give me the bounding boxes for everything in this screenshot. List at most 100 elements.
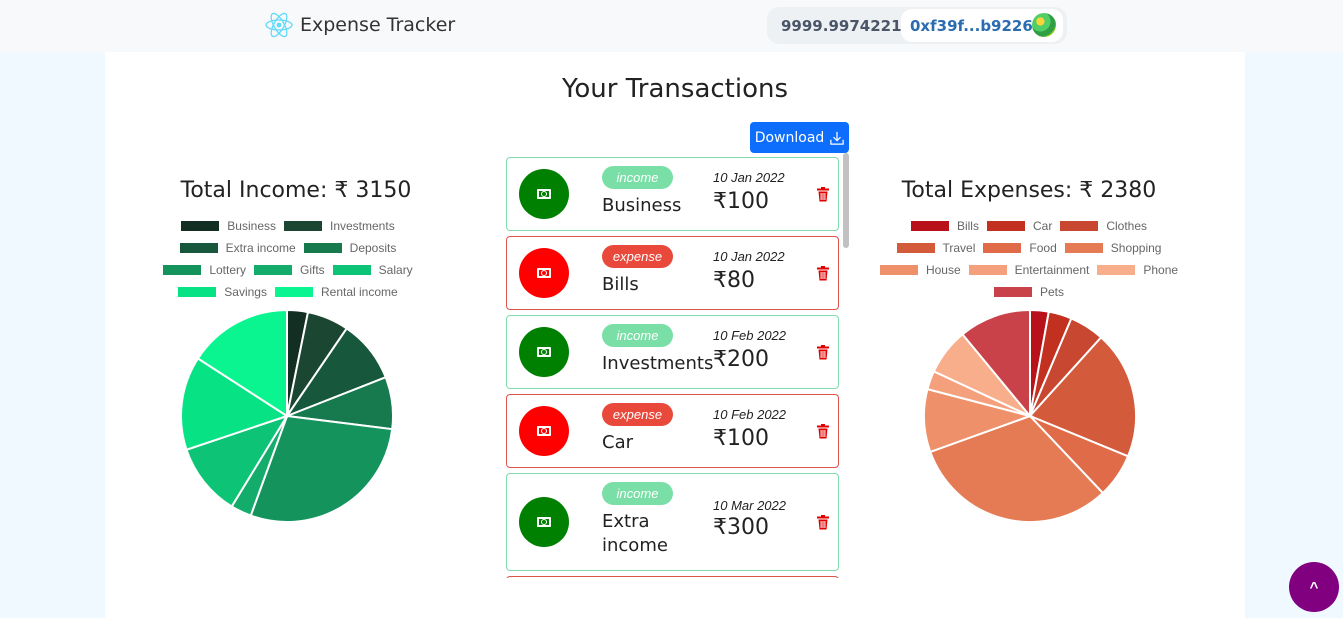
banknote-icon [537, 347, 551, 357]
expense-legend-item[interactable]: Food [983, 240, 1057, 256]
wallet-account[interactable]: 0xf39f...b92266 [901, 9, 1063, 42]
expense-money-icon [519, 248, 569, 298]
income-money-icon [519, 327, 569, 377]
income-legend-label: Investments [330, 219, 395, 233]
income-legend-label: Rental income [320, 285, 398, 299]
income-legend-swatch [254, 265, 292, 275]
expense-legend-item[interactable]: Car [986, 218, 1052, 234]
transaction-amount: ₹80 [713, 268, 755, 293]
expense-legend-swatch [986, 221, 1025, 231]
income-legend-swatch [163, 265, 202, 275]
download-icon [830, 131, 845, 145]
expense-legend-item[interactable]: Shopping [1064, 240, 1161, 256]
download-button[interactable]: Download [750, 122, 849, 153]
income-legend-label: Gifts [300, 263, 325, 277]
transaction-card[interactable]: income Investments 10 Feb 2022 ₹200 [506, 315, 839, 389]
wallet-address: 0xf39f...b92266 [910, 16, 1044, 35]
income-legend-swatch [178, 287, 217, 297]
transaction-date: 10 Jan 2022 [713, 249, 785, 264]
transaction-card[interactable] [506, 576, 839, 578]
expense-pie-chart [923, 308, 1137, 523]
income-legend-label: Extra income [225, 241, 296, 255]
income-legend-label: Salary [378, 263, 413, 277]
income-legend-item[interactable]: Gifts [254, 262, 325, 278]
income-legend-item[interactable]: Deposits [303, 240, 397, 256]
transaction-date: 10 Feb 2022 [713, 328, 787, 343]
expense-legend-swatch [1064, 243, 1103, 253]
transaction-amount: ₹100 [713, 426, 769, 451]
transaction-list[interactable]: income Business 10 Jan 2022 ₹100 expense… [504, 153, 852, 578]
page-title: Your Transactions [561, 74, 789, 104]
income-legend-item[interactable]: Savings [178, 284, 267, 300]
income-legend-item[interactable]: Salary [332, 262, 413, 278]
expense-legend-label: Entertainment [1014, 263, 1090, 277]
income-legend-item[interactable]: Extra income [179, 240, 296, 256]
expense-legend-item[interactable]: Clothes [1060, 218, 1147, 234]
expense-legend-swatch [1060, 221, 1099, 231]
transaction-category: Bills [602, 274, 639, 295]
transaction-date: 10 Jan 2022 [713, 170, 785, 185]
delete-trash-icon[interactable] [817, 265, 829, 281]
income-total-title: Total Income: ₹ 3150 [180, 178, 412, 203]
expense-legend-item[interactable]: Entertainment [968, 262, 1090, 278]
banknote-icon [537, 189, 551, 199]
income-legend-label: Lottery [209, 263, 246, 277]
expense-legend-swatch [993, 287, 1032, 297]
income-legend: Business Investments Extra income Deposits L… [138, 218, 438, 300]
expense-legend-label: Pets [1039, 285, 1064, 299]
expense-legend-swatch [879, 265, 918, 275]
transaction-category: Investments [602, 353, 714, 374]
income-money-icon [519, 497, 569, 547]
expense-legend-item[interactable]: Phone [1097, 262, 1178, 278]
expense-legend-item[interactable]: Bills [910, 218, 979, 234]
transaction-amount: ₹200 [713, 347, 769, 372]
income-legend-swatch [179, 243, 218, 253]
transaction-category: Car [602, 432, 633, 453]
expense-legend-item[interactable]: House [879, 262, 961, 278]
banknote-icon [537, 426, 551, 436]
income-legend-item[interactable]: Lottery [163, 262, 246, 278]
transaction-card[interactable]: expense Bills 10 Jan 2022 ₹80 [506, 236, 839, 310]
income-legend-swatch [181, 221, 220, 231]
banknote-icon [537, 268, 551, 278]
expense-legend-label: Bills [956, 219, 979, 233]
delete-trash-icon[interactable] [817, 514, 829, 530]
transaction-card[interactable]: income Extra income 10 Mar 2022 ₹300 [506, 473, 839, 571]
transaction-type-badge: income [602, 482, 673, 505]
income-legend-swatch [332, 265, 371, 275]
income-legend-label: Deposits [349, 241, 397, 255]
income-legend-item[interactable]: Investments [284, 218, 395, 234]
expense-money-icon [519, 406, 569, 456]
delete-trash-icon[interactable] [817, 344, 829, 360]
expense-total-title: Total Expenses: ₹ 2380 [901, 178, 1157, 203]
transaction-card[interactable]: income Business 10 Jan 2022 ₹100 [506, 157, 839, 231]
navbar: Expense Tracker 9999.99742216 0xf39f...b… [0, 0, 1343, 52]
income-money-icon [519, 169, 569, 219]
transaction-list-scrollbar[interactable] [843, 153, 849, 248]
expense-legend-swatch [968, 265, 1007, 275]
scroll-to-top-button[interactable]: ^ [1289, 562, 1339, 612]
transaction-card[interactable]: expense Car 10 Feb 2022 ₹100 [506, 394, 839, 468]
transaction-date: 10 Mar 2022 [713, 498, 786, 513]
brand[interactable]: Expense Tracker [264, 10, 455, 40]
expense-legend-label: Phone [1143, 263, 1179, 277]
income-legend-item[interactable]: Business [181, 218, 276, 234]
brand-title: Expense Tracker [300, 14, 456, 36]
transaction-category: Extra income [602, 511, 668, 556]
income-legend-swatch [303, 243, 342, 253]
income-legend-label: Savings [224, 285, 267, 299]
expense-legend-swatch [896, 243, 935, 253]
wallet-widget[interactable]: 9999.99742216 0xf39f...b92266 [767, 7, 1067, 44]
delete-trash-icon[interactable] [817, 423, 829, 439]
transaction-type-badge: income [602, 324, 673, 347]
expense-legend-swatch [910, 221, 949, 231]
expense-legend-item[interactable]: Travel [896, 240, 976, 256]
transaction-type-badge: income [602, 166, 673, 189]
transaction-category: Business [602, 195, 682, 216]
delete-trash-icon[interactable] [817, 186, 829, 202]
income-legend-swatch [284, 221, 322, 231]
expense-legend-label: Travel [942, 241, 976, 255]
expense-legend-item[interactable]: Pets [993, 284, 1064, 300]
income-legend-item[interactable]: Rental income [274, 284, 398, 300]
transaction-amount: ₹100 [713, 189, 769, 214]
